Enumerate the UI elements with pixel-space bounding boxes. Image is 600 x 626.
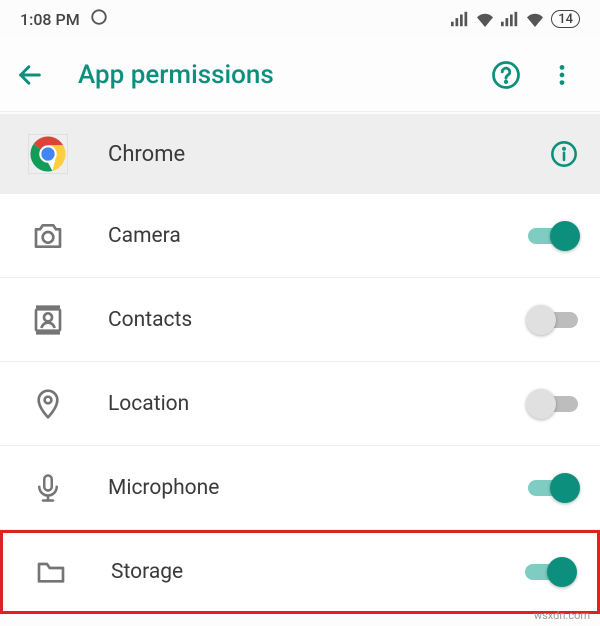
permission-label: Microphone [108,476,526,500]
permission-label: Contacts [108,308,526,332]
page-title: App permissions [64,60,490,90]
permission-toggle-location[interactable] [526,389,580,419]
permission-row-camera[interactable]: Camera [0,194,600,278]
permission-label: Location [108,392,526,416]
camera-icon [28,216,68,256]
permission-row-microphone[interactable]: Microphone [0,446,600,530]
app-header-row: Chrome [0,114,600,194]
permission-toggle-microphone[interactable] [526,473,580,503]
contacts-icon [28,300,68,340]
battery-percent: 14 [558,12,573,27]
chrome-icon [28,134,68,174]
app-bar: App permissions [0,38,600,112]
battery-badge: 14 [551,10,580,28]
watermark: wsxdn.com [534,609,590,622]
wifi-icon [475,11,495,27]
cortana-icon [90,8,108,30]
permission-row-contacts[interactable]: Contacts [0,278,600,362]
permission-list: Camera Contacts Location Microphone [0,194,600,614]
app-info-button[interactable] [548,138,580,170]
location-icon [28,384,68,424]
status-bar: 1:08 PM 14 [0,0,600,38]
storage-icon [31,552,71,592]
status-time: 1:08 PM [20,10,80,29]
permission-row-storage[interactable]: Storage [0,530,600,614]
permission-toggle-contacts[interactable] [526,305,580,335]
signal-icon [451,11,469,27]
permission-toggle-storage[interactable] [523,557,577,587]
permission-label: Storage [111,560,523,584]
microphone-icon [28,468,68,508]
wifi-icon-2 [525,11,545,27]
permission-toggle-camera[interactable] [526,221,580,251]
back-button[interactable] [16,59,64,91]
help-button[interactable] [490,59,522,91]
permission-label: Camera [108,224,526,248]
signal-icon-2 [501,11,519,27]
overflow-menu-button[interactable] [546,59,578,91]
permission-row-location[interactable]: Location [0,362,600,446]
app-name: Chrome [108,142,548,167]
